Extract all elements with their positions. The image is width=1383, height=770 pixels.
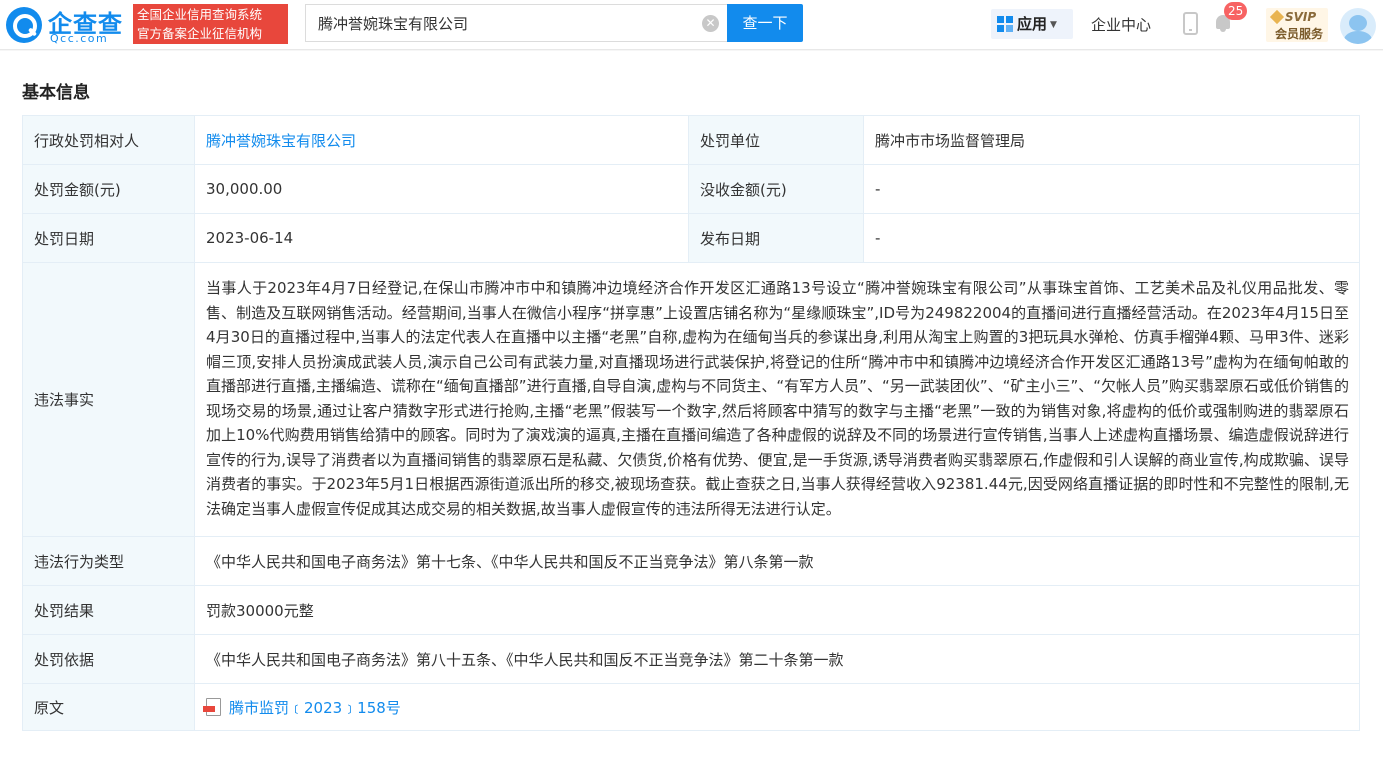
- basis-label: 处罚依据: [22, 634, 195, 684]
- original-cell: 腾市监罚﹝2023﹞158号: [194, 683, 1360, 731]
- confiscation-value: -: [863, 164, 1360, 214]
- tagline-banner: 全国企业信用查询系统 官方备案企业征信机构: [133, 4, 288, 44]
- result-value: 罚款30000元整: [194, 585, 1360, 635]
- party-label: 行政处罚相对人: [22, 115, 195, 165]
- caret-down-icon: ▼: [1050, 20, 1057, 30]
- tagline-line-2: 官方备案企业征信机构: [137, 26, 263, 41]
- facts-value: 当事人于2023年4月7日经登记,在保山市腾冲市中和镇腾冲边境经济合作开发区汇通…: [194, 262, 1360, 537]
- table-row: 原文 腾市监罚﹝2023﹞158号: [22, 683, 1360, 731]
- table-row: 处罚日期 2023-06-14 发布日期 -: [22, 213, 1360, 263]
- svip-button[interactable]: SVIP 会员服务: [1266, 8, 1328, 42]
- tagline-line-1: 全国企业信用查询系统: [137, 7, 263, 22]
- table-row: 处罚结果 罚款30000元整: [22, 585, 1360, 635]
- phone-icon[interactable]: [1183, 12, 1198, 35]
- company-link[interactable]: 腾冲誉婉珠宝有限公司: [206, 132, 356, 150]
- svip-label: SVIP: [1285, 10, 1317, 24]
- basis-value: 《中华人民共和国电子商务法》第八十五条、《中华人民共和国反不正当竞争法》第二十条…: [194, 634, 1360, 684]
- publish-value: -: [863, 213, 1360, 263]
- app-menu-button[interactable]: 应用 ▼: [991, 9, 1073, 39]
- clear-icon[interactable]: ✕: [702, 15, 719, 32]
- table-row: 处罚金额(元) 30,000.00 没收金额(元) -: [22, 164, 1360, 214]
- pdf-doc-icon: [203, 697, 221, 716]
- violation-type-label: 违法行为类型: [22, 536, 195, 586]
- logo-domain: Qcc.com: [50, 32, 109, 45]
- search-input[interactable]: [306, 5, 696, 41]
- qcc-logo[interactable]: 企查查 Qcc.com: [4, 3, 130, 45]
- logo-magnifier-icon: [6, 7, 42, 43]
- fine-label: 处罚金额(元): [22, 164, 195, 214]
- table-row: 处罚依据 《中华人民共和国电子商务法》第八十五条、《中华人民共和国反不正当竞争法…: [22, 634, 1360, 684]
- enterprise-center-link[interactable]: 企业中心: [1091, 14, 1151, 35]
- authority-value: 腾冲市市场监督管理局: [863, 115, 1360, 165]
- top-header: 企查查 Qcc.com 全国企业信用查询系统 官方备案企业征信机构 ✕ 查一下 …: [0, 0, 1383, 50]
- date-label: 处罚日期: [22, 213, 195, 263]
- notification-badge: 25: [1224, 2, 1248, 20]
- facts-label: 违法事实: [22, 262, 195, 537]
- penalty-info-table: 行政处罚相对人 腾冲誉婉珠宝有限公司 处罚单位 腾冲市市场监督管理局 处罚金额(…: [22, 115, 1360, 731]
- search-button[interactable]: 查一下: [727, 4, 803, 42]
- diamond-icon: [1269, 9, 1285, 25]
- app-menu-label: 应用: [1017, 15, 1048, 33]
- violation-type-value: 《中华人民共和国电子商务法》第十七条、《中华人民共和国反不正当竞争法》第八条第一…: [194, 536, 1360, 586]
- avatar[interactable]: [1340, 8, 1376, 44]
- fine-value: 30,000.00: [194, 164, 689, 214]
- publish-label: 发布日期: [688, 213, 864, 263]
- confiscation-label: 没收金额(元): [688, 164, 864, 214]
- original-label: 原文: [22, 683, 195, 731]
- result-label: 处罚结果: [22, 585, 195, 635]
- svip-sub-label: 会员服务: [1275, 27, 1324, 41]
- party-cell: 腾冲誉婉珠宝有限公司: [194, 115, 689, 165]
- app-grid-icon: [997, 16, 1013, 32]
- search-box: ✕: [305, 4, 727, 42]
- table-row: 违法事实 当事人于2023年4月7日经登记,在保山市腾冲市中和镇腾冲边境经济合作…: [22, 262, 1360, 537]
- table-row: 违法行为类型 《中华人民共和国电子商务法》第十七条、《中华人民共和国反不正当竞争…: [22, 536, 1360, 586]
- authority-label: 处罚单位: [688, 115, 864, 165]
- original-document-link[interactable]: 腾市监罚﹝2023﹞158号: [229, 699, 401, 717]
- date-value: 2023-06-14: [194, 213, 689, 263]
- table-row: 行政处罚相对人 腾冲誉婉珠宝有限公司 处罚单位 腾冲市市场监督管理局: [22, 115, 1360, 165]
- section-title: 基本信息: [22, 83, 90, 103]
